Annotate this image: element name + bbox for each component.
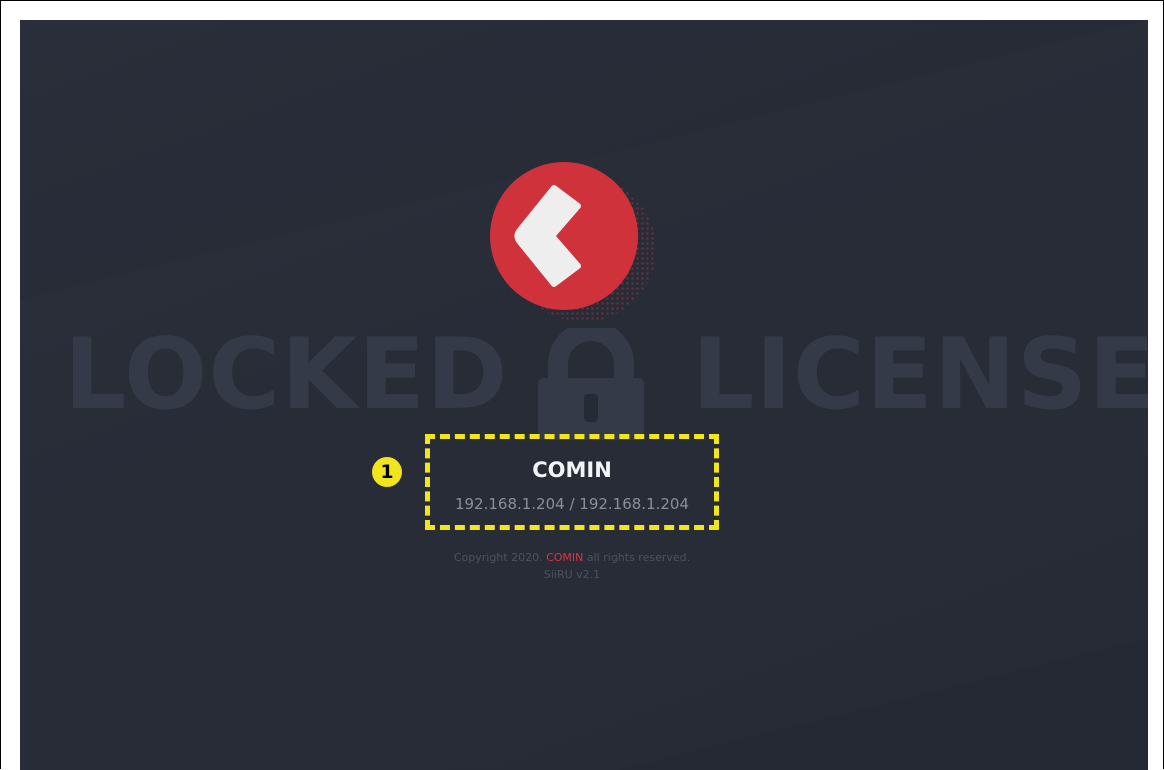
copyright-prefix: Copyright 2020. — [453, 551, 547, 564]
comin-logo-icon — [490, 162, 638, 310]
watermark-locked-text: LOCKED — [64, 318, 509, 432]
version-text: SiiRU v2.1 — [543, 568, 601, 581]
screenshot-frame: LOCKED LICENSE 1 COMIN 192.168.1.204 / 1… — [0, 0, 1164, 770]
app-name: COMIN — [532, 458, 612, 482]
copyright-suffix: all rights reserved. — [583, 551, 691, 564]
copyright-text: Copyright 2020. COMIN all rights reserve… — [400, 550, 744, 566]
locked-license-screen: LOCKED LICENSE 1 COMIN 192.168.1.204 / 1… — [20, 20, 1148, 770]
ip-address: 192.168.1.204 / 192.168.1.204 — [454, 495, 690, 513]
annotation-badge: 1 — [372, 457, 402, 487]
logo-container — [490, 162, 656, 322]
lock-icon — [538, 328, 644, 440]
locked-license-watermark: LOCKED LICENSE — [64, 318, 1148, 440]
watermark-license-text: LICENSE — [692, 318, 1148, 432]
copyright-brand: COMIN — [546, 551, 584, 564]
